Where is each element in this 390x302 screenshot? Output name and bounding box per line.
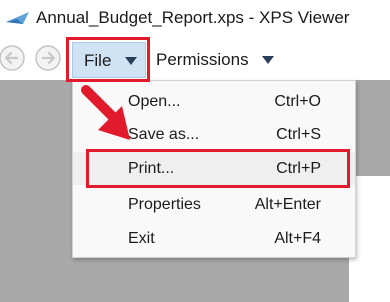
toolbar: File Permissions xyxy=(0,36,390,80)
menu-item-shortcut: Alt+Enter xyxy=(254,196,321,213)
xps-viewer-icon xyxy=(6,12,29,24)
menu-item-shortcut: Ctrl+O xyxy=(274,93,321,110)
file-menu-button[interactable]: File xyxy=(72,42,146,78)
menu-item-properties[interactable]: Properties Alt+Enter xyxy=(73,188,355,221)
menu-item-shortcut: Alt+F4 xyxy=(274,230,321,247)
menu-item-save-as[interactable]: Save as... Ctrl+S xyxy=(73,118,355,151)
menu-item-label: Print... xyxy=(128,160,175,177)
file-menu-label: File xyxy=(84,51,112,70)
back-arrow-icon[interactable] xyxy=(0,44,26,72)
menu-item-open[interactable]: Open... Ctrl+O xyxy=(73,85,355,118)
chevron-down-icon xyxy=(262,56,274,64)
menu-item-label: Properties xyxy=(128,196,201,213)
file-dropdown-menu: Open... Ctrl+O Save as... Ctrl+S Print..… xyxy=(72,80,356,258)
menu-item-shortcut: Ctrl+P xyxy=(276,160,321,177)
title-bar: Annual_Budget_Report.xps - XPS Viewer xyxy=(0,0,390,36)
chevron-down-icon xyxy=(125,57,137,65)
forward-arrow-icon[interactable] xyxy=(34,44,62,72)
menu-item-label: Save as... xyxy=(128,126,200,143)
menu-item-exit[interactable]: Exit Alt+F4 xyxy=(73,222,355,255)
permissions-menu-button[interactable]: Permissions xyxy=(150,42,280,78)
menu-item-label: Open... xyxy=(128,93,181,110)
permissions-menu-label: Permissions xyxy=(156,50,249,69)
menu-item-shortcut: Ctrl+S xyxy=(276,126,321,143)
menu-item-label: Exit xyxy=(128,230,155,247)
menu-item-print[interactable]: Print... Ctrl+P xyxy=(73,152,355,185)
window-title: Annual_Budget_Report.xps - XPS Viewer xyxy=(36,8,350,27)
